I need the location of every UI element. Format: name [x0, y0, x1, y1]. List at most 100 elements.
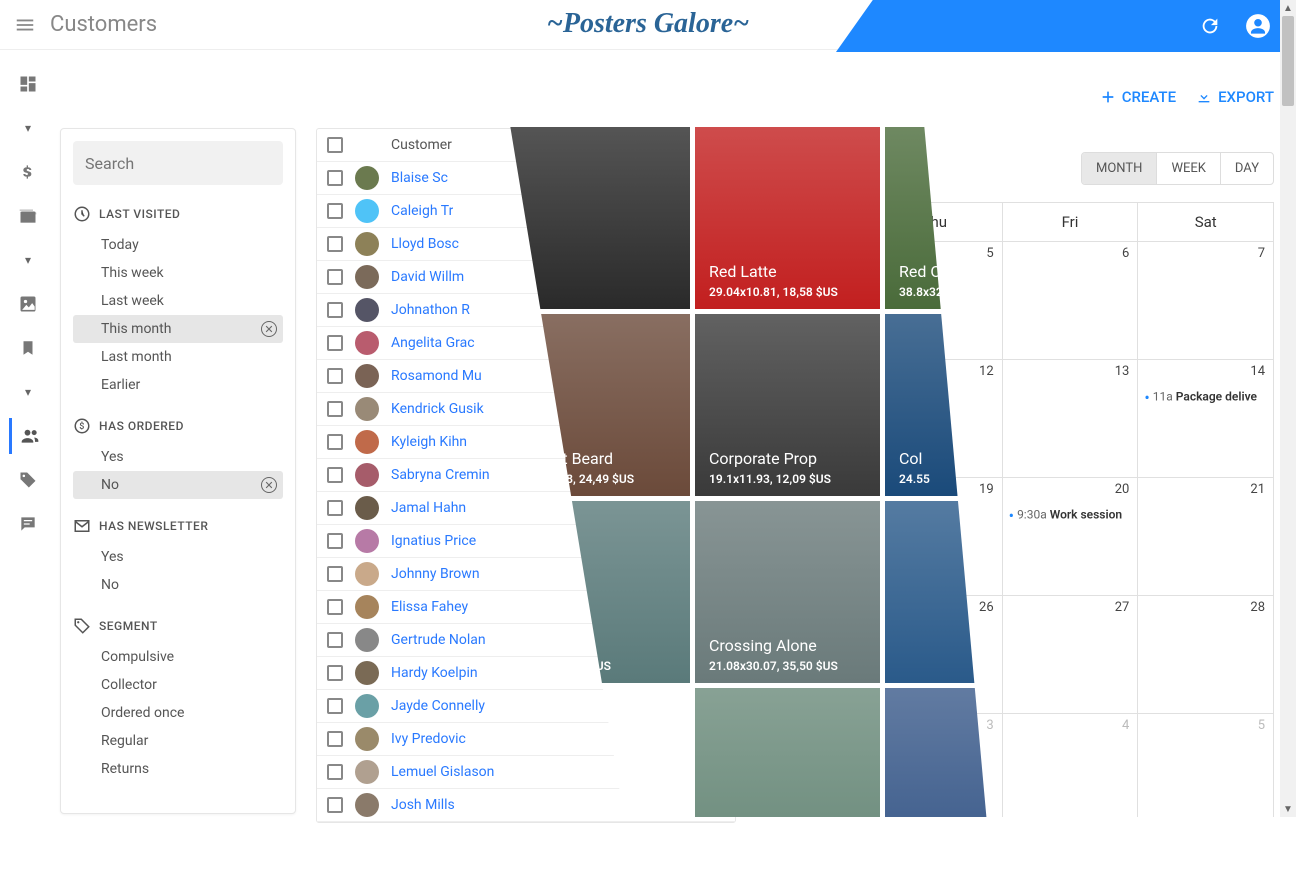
row-checkbox[interactable] [327, 467, 343, 483]
filter-item[interactable]: Today [73, 231, 283, 259]
filter-item[interactable]: No [73, 571, 283, 599]
customer-name[interactable]: Caleigh Tr [391, 203, 453, 219]
calendar-event[interactable]: • 9:30a Work session [1009, 506, 1132, 525]
nav-catalog[interactable] [10, 286, 46, 322]
scroll-thumb[interactable] [1282, 16, 1294, 106]
filter-item[interactable]: No✕ [73, 471, 283, 499]
filter-item[interactable]: This month✕ [73, 315, 283, 343]
customer-name[interactable]: Angelita Grac [391, 335, 475, 351]
filter-item[interactable]: Yes [73, 443, 283, 471]
customer-name[interactable]: David Willm [391, 269, 464, 285]
calendar-day[interactable]: 4 [1002, 714, 1138, 831]
customer-name[interactable]: Blaise Sc [391, 170, 448, 186]
nav-sales[interactable] [10, 154, 46, 190]
row-checkbox[interactable] [327, 236, 343, 252]
filter-item[interactable]: Last week [73, 287, 283, 315]
nav-reviews[interactable] [10, 506, 46, 542]
row-checkbox[interactable] [327, 269, 343, 285]
customer-name[interactable]: Jayde Connelly [391, 698, 485, 714]
nav-dashboard[interactable] [10, 66, 46, 102]
clear-filter-icon[interactable]: ✕ [261, 477, 277, 493]
product-tile[interactable]: Corporate Prop19.1x11.93, 12,09 $US [695, 314, 880, 496]
calendar-day[interactable]: 6 [1002, 242, 1138, 359]
customer-name[interactable]: Hardy Koelpin [391, 665, 478, 681]
row-checkbox[interactable] [327, 797, 343, 813]
customer-name[interactable]: Elissa Fahey [391, 599, 468, 615]
filter-item[interactable]: Collector [73, 671, 283, 699]
calendar-day[interactable]: 13 [1002, 360, 1138, 477]
customer-name[interactable]: Ivy Predovic [391, 731, 466, 747]
calendar-day[interactable]: 20• 9:30a Work session [1002, 478, 1138, 595]
nav-invoices[interactable] [10, 198, 46, 234]
filter-item[interactable]: This week [73, 259, 283, 287]
row-checkbox[interactable] [327, 335, 343, 351]
customer-name[interactable]: Jamal Hahn [391, 500, 466, 516]
product-tile[interactable]: Red Latte29.04x10.81, 18,58 $US [695, 127, 880, 309]
product-tile[interactable]: Crossing Alone21.08x30.07, 35,50 $US [695, 501, 880, 683]
row-checkbox[interactable] [327, 203, 343, 219]
customer-name[interactable]: Kendrick Gusik [391, 401, 484, 417]
calendar-day[interactable]: 28 [1137, 596, 1273, 713]
row-checkbox[interactable] [327, 599, 343, 615]
refresh-button[interactable] [1196, 12, 1224, 40]
page-scrollbar[interactable]: ▲ ▼ [1280, 0, 1296, 817]
search-input[interactable] [85, 154, 288, 173]
search-box[interactable] [73, 141, 283, 185]
view-tab-day[interactable]: DAY [1220, 153, 1273, 184]
account-button[interactable] [1244, 12, 1272, 40]
customer-name[interactable]: Gertrude Nolan [391, 632, 486, 648]
row-checkbox[interactable] [327, 698, 343, 714]
customer-name[interactable]: Josh Mills [391, 797, 455, 813]
clear-filter-icon[interactable]: ✕ [261, 321, 277, 337]
filter-item[interactable]: Compulsive [73, 643, 283, 671]
filter-item[interactable]: Ordered once [73, 699, 283, 727]
row-checkbox[interactable] [327, 434, 343, 450]
calendar-day[interactable]: 21 [1137, 478, 1273, 595]
customer-name[interactable]: Lloyd Bosc [391, 236, 459, 252]
product-tile[interactable]: Old Combi [695, 688, 880, 870]
customer-name[interactable]: Lemuel Gislason [391, 764, 494, 780]
calendar-day[interactable]: 14• 11a Package delive [1137, 360, 1273, 477]
row-checkbox[interactable] [327, 401, 343, 417]
create-button[interactable]: CREATE [1100, 88, 1176, 106]
nav-chevron-3[interactable]: ▾ [10, 374, 46, 410]
row-checkbox[interactable] [327, 302, 343, 318]
filter-item[interactable]: Earlier [73, 371, 283, 399]
filter-item[interactable]: Regular [73, 727, 283, 755]
calendar-day[interactable]: 5 [1137, 714, 1273, 831]
customer-name[interactable]: Kyleigh Kihn [391, 434, 467, 450]
row-checkbox[interactable] [327, 500, 343, 516]
row-checkbox[interactable] [327, 764, 343, 780]
nav-segments[interactable] [10, 462, 46, 498]
row-checkbox[interactable] [327, 170, 343, 186]
customer-name[interactable]: Johnny Brown [391, 566, 480, 582]
col-customer[interactable]: Customer [391, 137, 452, 153]
select-all-checkbox[interactable] [327, 137, 343, 153]
nav-customers[interactable] [9, 418, 45, 454]
export-button[interactable]: EXPORT [1196, 88, 1274, 106]
customer-name[interactable]: Ignatius Price [391, 533, 476, 549]
nav-categories[interactable] [10, 330, 46, 366]
nav-chevron-1[interactable]: ▾ [10, 110, 46, 146]
row-checkbox[interactable] [327, 731, 343, 747]
filter-item[interactable]: Yes [73, 543, 283, 571]
filter-item[interactable]: Returns [73, 755, 283, 783]
customer-name[interactable]: Johnathon R [391, 302, 470, 318]
row-checkbox[interactable] [327, 533, 343, 549]
calendar-day[interactable]: 7 [1137, 242, 1273, 359]
row-checkbox[interactable] [327, 665, 343, 681]
calendar-event[interactable]: • 11a Package delive [1144, 388, 1267, 407]
customer-name[interactable]: Sabryna Cremin [391, 467, 490, 483]
row-checkbox[interactable] [327, 632, 343, 648]
view-tab-week[interactable]: WEEK [1156, 153, 1219, 184]
menu-button[interactable] [0, 14, 50, 36]
customer-name[interactable]: Rosamond Mu [391, 368, 482, 384]
nav-chevron-2[interactable]: ▾ [10, 242, 46, 278]
row-checkbox[interactable] [327, 566, 343, 582]
filter-item[interactable]: Last month [73, 343, 283, 371]
calendar-day[interactable]: 27 [1002, 596, 1138, 713]
row-checkbox[interactable] [327, 368, 343, 384]
view-tab-month[interactable]: MONTH [1082, 153, 1156, 184]
scroll-up-arrow[interactable]: ▲ [1280, 0, 1296, 16]
scroll-down-arrow[interactable]: ▼ [1280, 801, 1296, 817]
